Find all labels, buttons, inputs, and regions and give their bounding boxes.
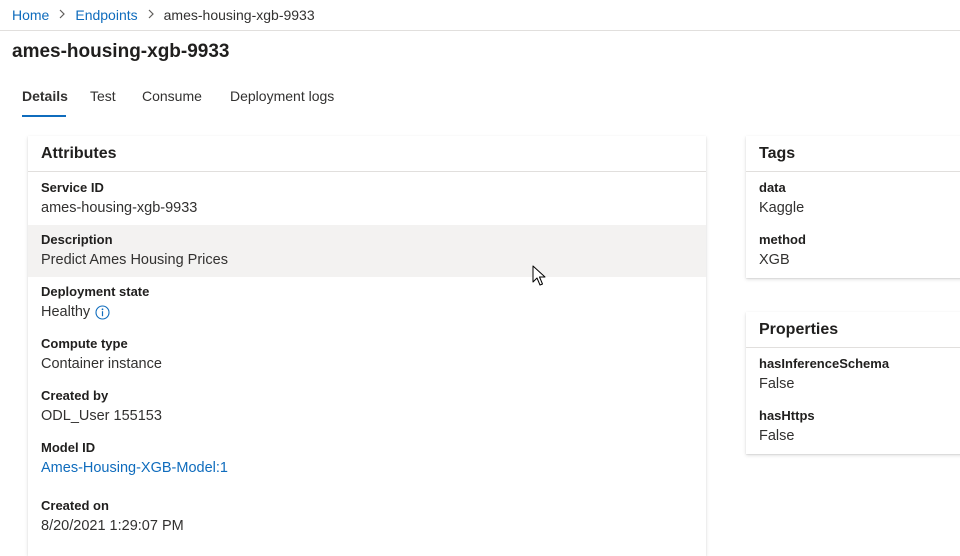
field-value: ODL_User 155153: [41, 408, 162, 424]
tab-deployment-logs[interactable]: Deployment logs: [230, 86, 350, 117]
tag-key: method: [759, 232, 806, 247]
properties-card-title: Properties: [746, 312, 960, 348]
property-item: hasHttps False: [746, 401, 960, 453]
attribute-description: Description Predict Ames Housing Prices: [28, 225, 706, 277]
attribute-service-id: Service ID ames-housing-xgb-9933: [28, 173, 706, 225]
attributes-card: Attributes Service ID ames-housing-xgb-9…: [28, 136, 706, 556]
model-id-link[interactable]: Ames-Housing-XGB-Model:1: [41, 457, 706, 479]
tag-item: method XGB: [746, 225, 960, 277]
breadcrumb: Home Endpoints ames-housing-xgb-9933: [0, 0, 960, 31]
field-value: Predict Ames Housing Prices: [41, 252, 228, 268]
field-label: Created on: [41, 498, 109, 513]
tab-details[interactable]: Details: [22, 86, 90, 117]
field-label: Service ID: [41, 180, 104, 195]
mouse-cursor-icon: [532, 265, 546, 287]
tab-consume[interactable]: Consume: [142, 86, 230, 117]
tag-key: data: [759, 180, 786, 195]
field-value: 8/20/2021 1:29:07 PM: [41, 518, 184, 534]
tags-card: Tags data Kaggle method XGB: [746, 136, 960, 278]
tab-bar: Details Test Consume Deployment logs: [22, 86, 350, 117]
tags-card-title: Tags: [746, 136, 960, 172]
breadcrumb-current: ames-housing-xgb-9933: [163, 7, 315, 23]
field-value: Container instance: [41, 356, 162, 372]
chevron-right-icon: [138, 8, 164, 22]
field-value-row: Healthy: [41, 301, 706, 323]
property-value: False: [759, 428, 795, 444]
attribute-model-id: Model ID Ames-Housing-XGB-Model:1: [28, 433, 706, 485]
tag-value: Kaggle: [759, 200, 805, 216]
field-label: Created by: [41, 388, 109, 403]
deployment-state-value: Healthy: [41, 304, 91, 320]
field-value: ames-housing-xgb-9933: [41, 200, 198, 216]
properties-card: Properties hasInferenceSchema False hasH…: [746, 312, 960, 454]
page-title: ames-housing-xgb-9933: [12, 41, 230, 62]
info-icon[interactable]: [95, 304, 110, 320]
breadcrumb-endpoints-link[interactable]: Endpoints: [75, 7, 137, 23]
chevron-right-icon: [49, 8, 75, 22]
attribute-created-by: Created by ODL_User 155153: [28, 381, 706, 433]
field-label: Compute type: [41, 336, 128, 351]
field-label: Model ID: [41, 440, 96, 455]
property-key: hasHttps: [759, 408, 815, 423]
breadcrumb-home-link[interactable]: Home: [12, 7, 49, 23]
field-label: Description: [41, 232, 113, 247]
attribute-compute-type: Compute type Container instance: [28, 329, 706, 381]
tag-value: XGB: [759, 252, 790, 268]
property-item: hasInferenceSchema False: [746, 349, 960, 401]
property-value: False: [759, 376, 795, 392]
property-key: hasInferenceSchema: [759, 356, 890, 371]
tab-test[interactable]: Test: [90, 86, 142, 117]
attribute-deployment-state: Deployment state Healthy: [28, 277, 706, 329]
field-label: Deployment state: [41, 284, 150, 299]
tag-item: data Kaggle: [746, 173, 960, 225]
attributes-card-title: Attributes: [28, 136, 706, 172]
attribute-created-on: Created on 8/20/2021 1:29:07 PM: [28, 491, 706, 543]
